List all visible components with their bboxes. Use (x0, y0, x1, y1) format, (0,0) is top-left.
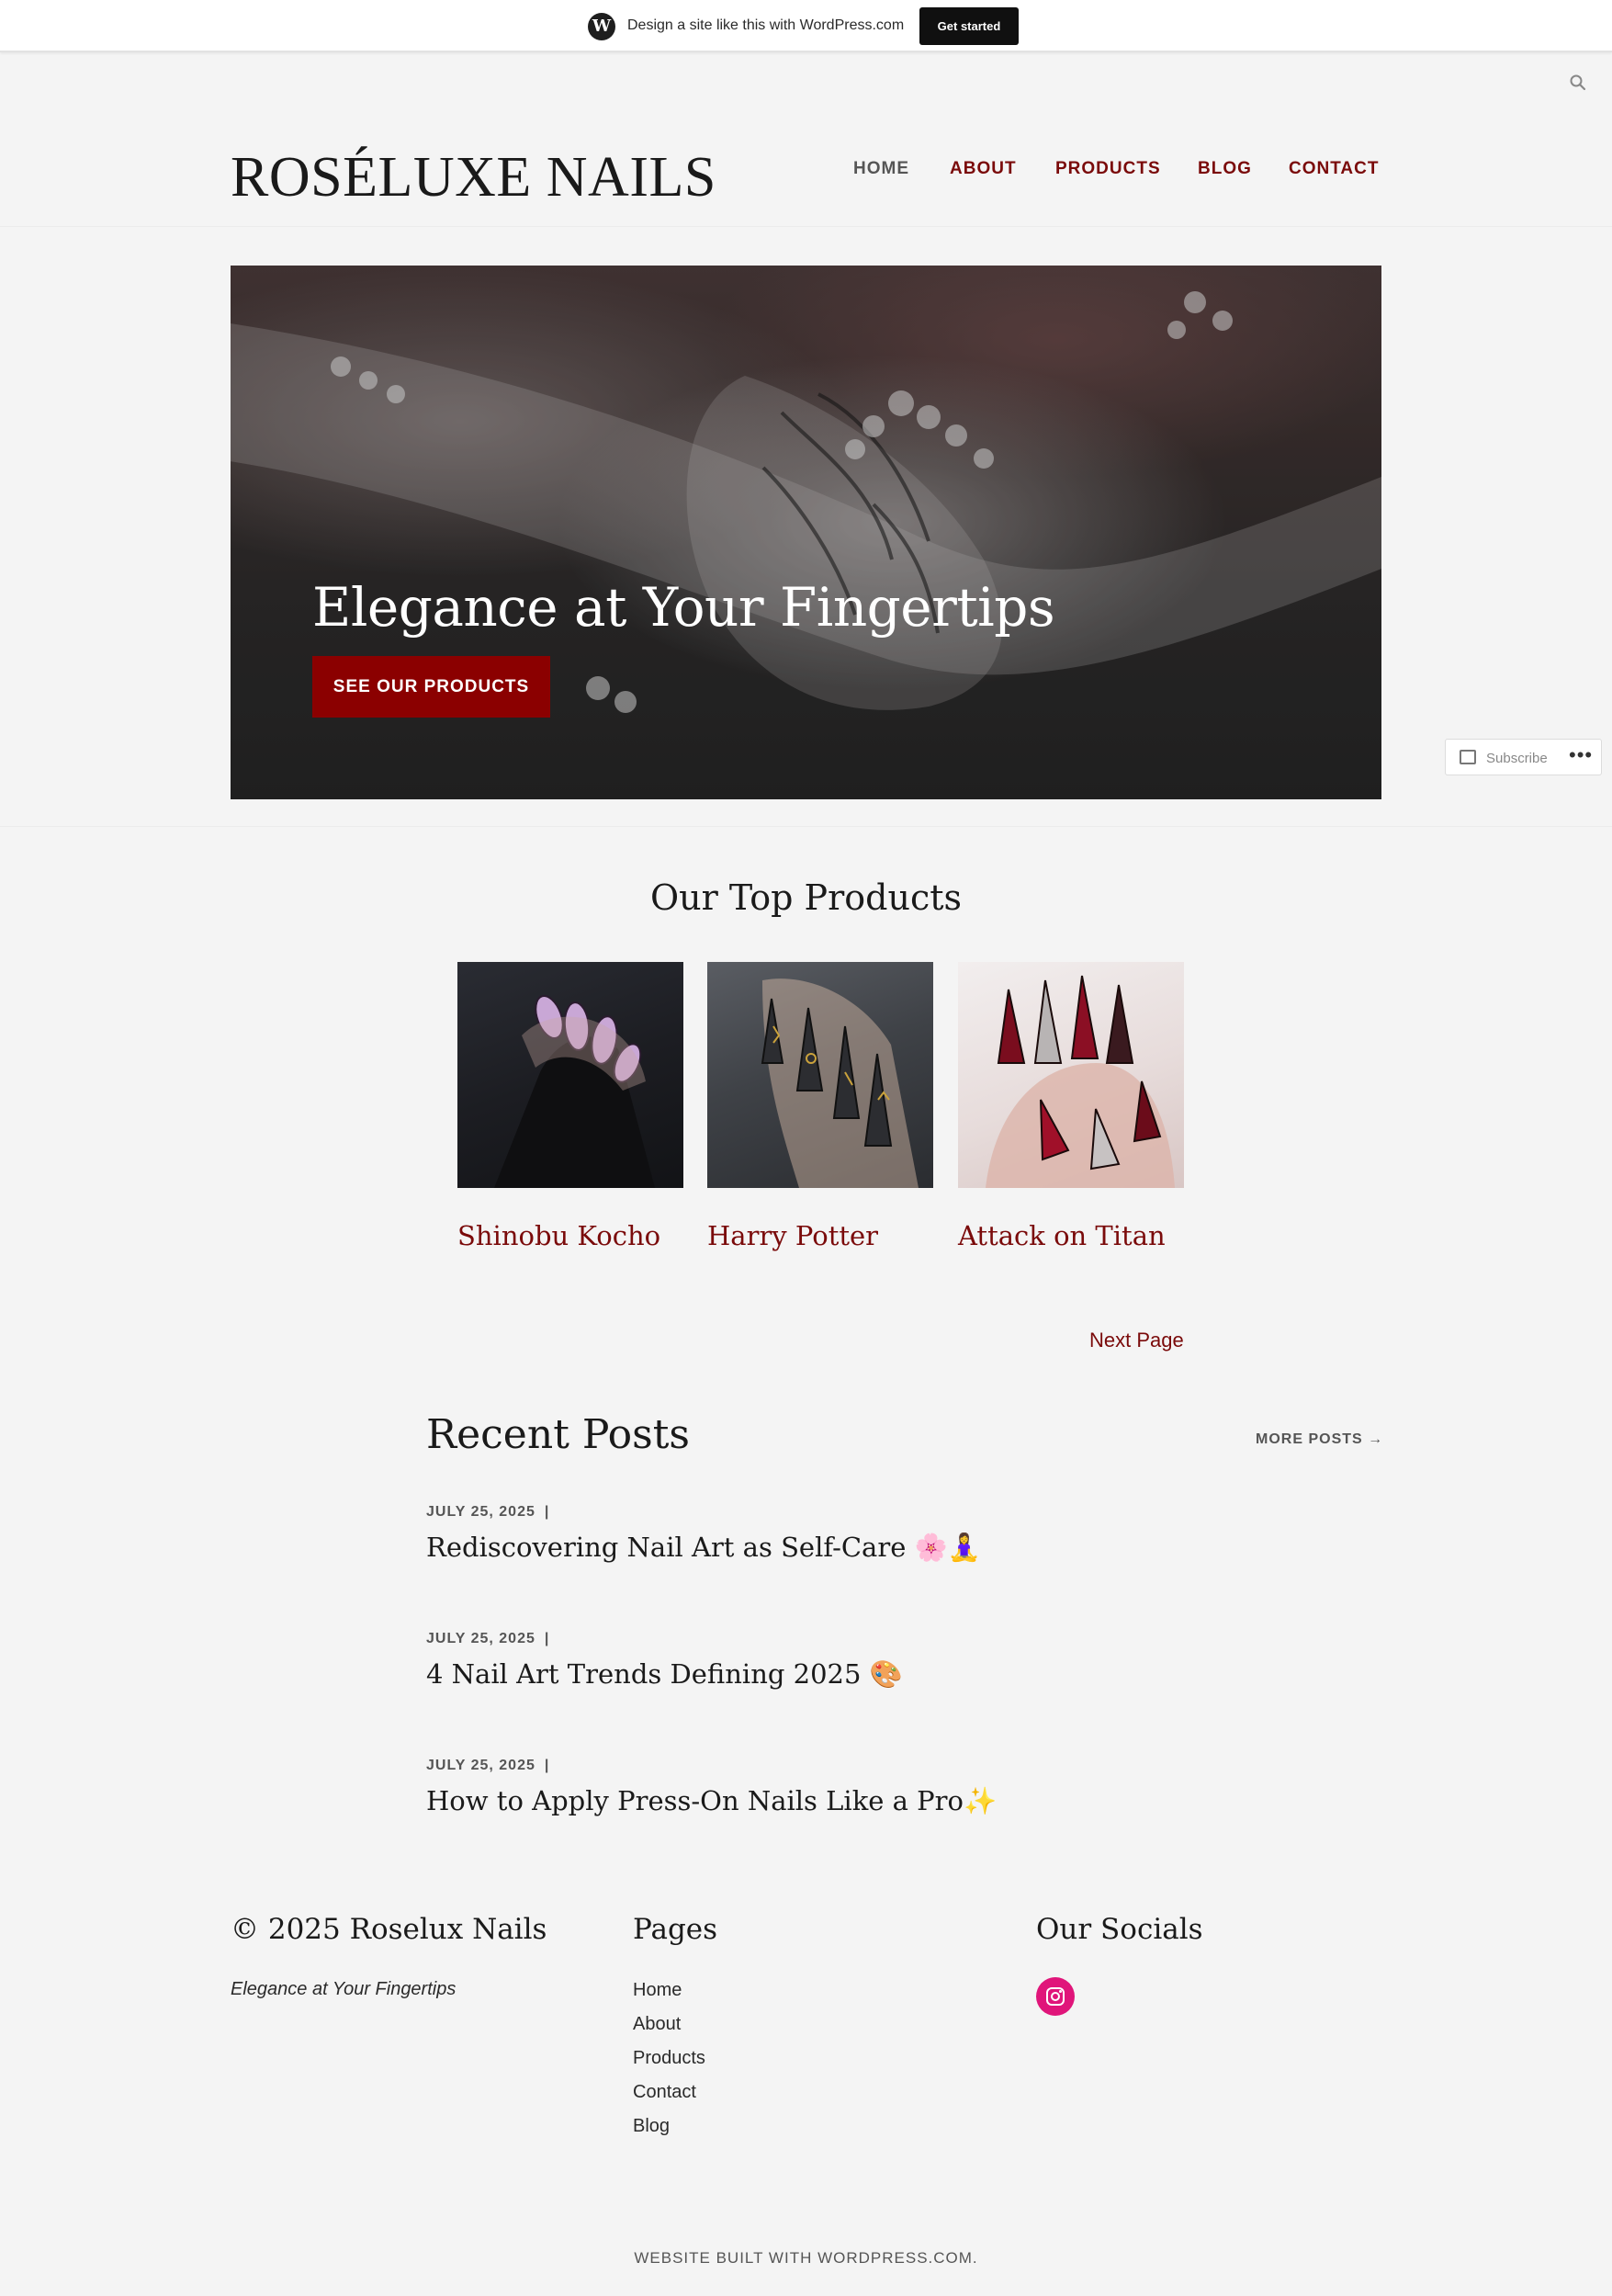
product-name[interactable]: Harry Potter (707, 1220, 933, 1251)
products-heading: Our Top Products (649, 877, 962, 918)
promo-text[interactable]: Design a site like this with WordPress.c… (627, 17, 904, 34)
wordpress-logo-icon[interactable]: W (588, 13, 615, 40)
footer-about: © 2025 Roselux Nails (231, 1913, 547, 1946)
reader-icon (1460, 750, 1476, 764)
instagram-lens (1051, 1992, 1060, 2001)
nav-item-blog[interactable]: BLOG (1198, 159, 1252, 179)
footer-socials: Our Socials (1036, 1913, 1203, 1946)
nav-item-about[interactable]: ABOUT (950, 159, 1017, 179)
product-name[interactable]: Shinobu Kocho (457, 1220, 683, 1251)
instagram-icon[interactable] (1036, 1977, 1075, 2016)
product-name[interactable]: Attack on Titan (958, 1220, 1184, 1251)
hero-title: Elegance at Your Fingertips (312, 576, 1055, 639)
nav-item-products[interactable]: PRODUCTS (1055, 159, 1161, 179)
get-started-button[interactable]: Get started (919, 7, 1019, 45)
post-title[interactable]: Rediscovering Nail Art as Self-Care 🌸🧘‍♀… (426, 1532, 1253, 1564)
date-separator: | (544, 1631, 550, 1646)
nav-item-home[interactable]: HOME (853, 159, 909, 179)
product-image-attack-on-titan[interactable] (958, 962, 1184, 1188)
post-date[interactable]: JULY 25, 2025 (426, 1758, 535, 1773)
header-divider (0, 226, 1612, 227)
more-options-icon[interactable]: ••• (1569, 743, 1593, 767)
product-card[interactable]: Harry Potter (707, 962, 933, 1251)
date-separator: | (544, 1504, 550, 1520)
footer-tagline: Elegance at Your Fingertips (231, 1979, 457, 1999)
hero-overlay (231, 266, 1381, 799)
product-image-harry-potter[interactable] (707, 962, 933, 1188)
subscribe-widget[interactable]: Subscribe ••• (1445, 739, 1602, 775)
footer-copyright: © 2025 Roselux Nails (231, 1913, 547, 1946)
footer-pages: Pages (633, 1913, 717, 1946)
footer-socials-heading: Our Socials (1036, 1913, 1203, 1946)
see-products-button[interactable]: SEE OUR PRODUCTS (312, 656, 550, 718)
product-image-shinobu-kocho[interactable] (457, 962, 683, 1188)
post-item: JULY 25, 2025 | Rediscovering Nail Art as… (426, 1504, 1253, 1564)
post-title[interactable]: 4 Nail Art Trends Defining 2025 🎨 (426, 1658, 1253, 1691)
post-item: JULY 25, 2025 | How to Apply Press-On Nai… (426, 1758, 1253, 1817)
built-with-wordpress-link[interactable]: WEBSITE BUILT WITH WORDPRESS.COM. (0, 2249, 1612, 2268)
next-page-link[interactable]: Next Page (1089, 1329, 1184, 1352)
footer-link-home[interactable]: Home (633, 1979, 705, 2013)
section-divider (0, 826, 1612, 827)
product-card[interactable]: Attack on Titan (958, 962, 1184, 1251)
post-item: JULY 25, 2025 | 4 Nail Art Trends Definin… (426, 1631, 1253, 1691)
footer-link-blog[interactable]: Blog (633, 2115, 705, 2149)
more-posts-link[interactable]: MORE POSTS → (1256, 1431, 1383, 1448)
hero-cover: Elegance at Your Fingertips SEE OUR PROD… (231, 266, 1381, 799)
post-title[interactable]: How to Apply Press-On Nails Like a Pro✨ (426, 1785, 1253, 1817)
footer-pages-list: Home About Products Contact Blog (633, 1979, 705, 2149)
post-date[interactable]: JULY 25, 2025 (426, 1631, 535, 1646)
instagram-flash (1059, 1990, 1062, 1993)
footer-link-contact[interactable]: Contact (633, 2081, 705, 2115)
footer-link-products[interactable]: Products (633, 2047, 705, 2081)
nav-item-contact[interactable]: CONTACT (1289, 159, 1379, 179)
date-separator: | (544, 1758, 550, 1773)
footer-link-about[interactable]: About (633, 2013, 705, 2047)
footer-pages-heading: Pages (633, 1913, 718, 1946)
search-icon[interactable] (1569, 74, 1587, 92)
wordpress-promo-bar: W Design a site like this with WordPress… (0, 0, 1612, 52)
site-title[interactable]: ROSÉLUXE NAILS (231, 145, 716, 210)
recent-posts-heading: Recent Posts (426, 1411, 691, 1458)
product-card[interactable]: Shinobu Kocho (457, 962, 683, 1251)
post-date[interactable]: JULY 25, 2025 (426, 1504, 535, 1520)
subscribe-button[interactable]: Subscribe (1486, 751, 1548, 766)
